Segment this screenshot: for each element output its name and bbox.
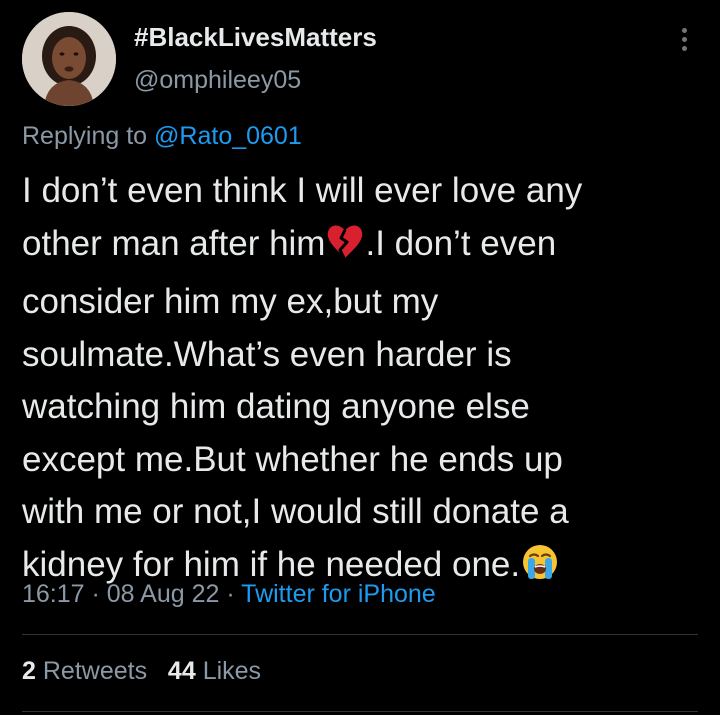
tweet-line: except me.But whether he ends up <box>22 439 563 479</box>
tweet-date[interactable]: 08 Aug 22 <box>107 580 220 608</box>
more-options-icon[interactable] <box>670 22 698 58</box>
tweet-line: consider him my ex,but my <box>22 282 439 321</box>
tweet-source-link[interactable]: Twitter for iPhone <box>241 580 436 608</box>
meta-separator: · <box>84 580 107 608</box>
tweet-line-segment: other man after him <box>22 223 326 263</box>
tweet-line-segment: kidney for him if he needed one. <box>22 544 521 584</box>
tweet-meta: 16:17 · 08 Aug 22 · Twitter for iPhone <box>22 580 436 609</box>
likes-label: Likes <box>202 657 262 685</box>
retweets-label: Retweets <box>42 657 148 685</box>
replying-to-label: Replying to <box>22 122 148 150</box>
author-avatar[interactable] <box>22 12 116 106</box>
tweet-line: I don’t even think I will ever love any <box>22 171 583 210</box>
replying-to: Replying to @Rato_0601 <box>22 122 302 151</box>
reply-handle-link[interactable]: @Rato_0601 <box>154 122 302 150</box>
likes-count: 44 <box>167 657 196 685</box>
loudly-crying-face-icon <box>520 542 560 598</box>
retweets-stat[interactable]: 2 Retweets <box>22 657 147 685</box>
divider <box>22 711 698 712</box>
author-username[interactable]: @omphileey05 <box>134 66 301 95</box>
tweet-detail: #BlackLivesMatters @omphileey05 Replying… <box>0 0 720 715</box>
profile-photo-icon <box>22 12 116 106</box>
meta-separator: · <box>219 580 242 608</box>
author-display-name[interactable]: #BlackLivesMatters <box>134 22 377 53</box>
tweet-line-segment: .I don’t even <box>365 223 557 263</box>
likes-stat[interactable]: 44 Likes <box>168 657 261 685</box>
tweet-line: other man after him .I don’t even <box>22 218 698 277</box>
retweets-count: 2 <box>22 657 36 685</box>
tweet-line: soulmate.What’s even harder is <box>22 334 512 374</box>
broken-heart-icon <box>325 223 365 277</box>
tweet-line: with me or not,I would still donate a <box>22 492 569 531</box>
divider <box>22 634 698 635</box>
tweet-time[interactable]: 16:17 <box>22 580 85 608</box>
tweet-text: I don’t even think I will ever love any … <box>22 165 698 597</box>
tweet-line: watching him dating anyone else <box>22 387 530 426</box>
tweet-stats: 2 Retweets 44 Likes <box>22 657 261 686</box>
